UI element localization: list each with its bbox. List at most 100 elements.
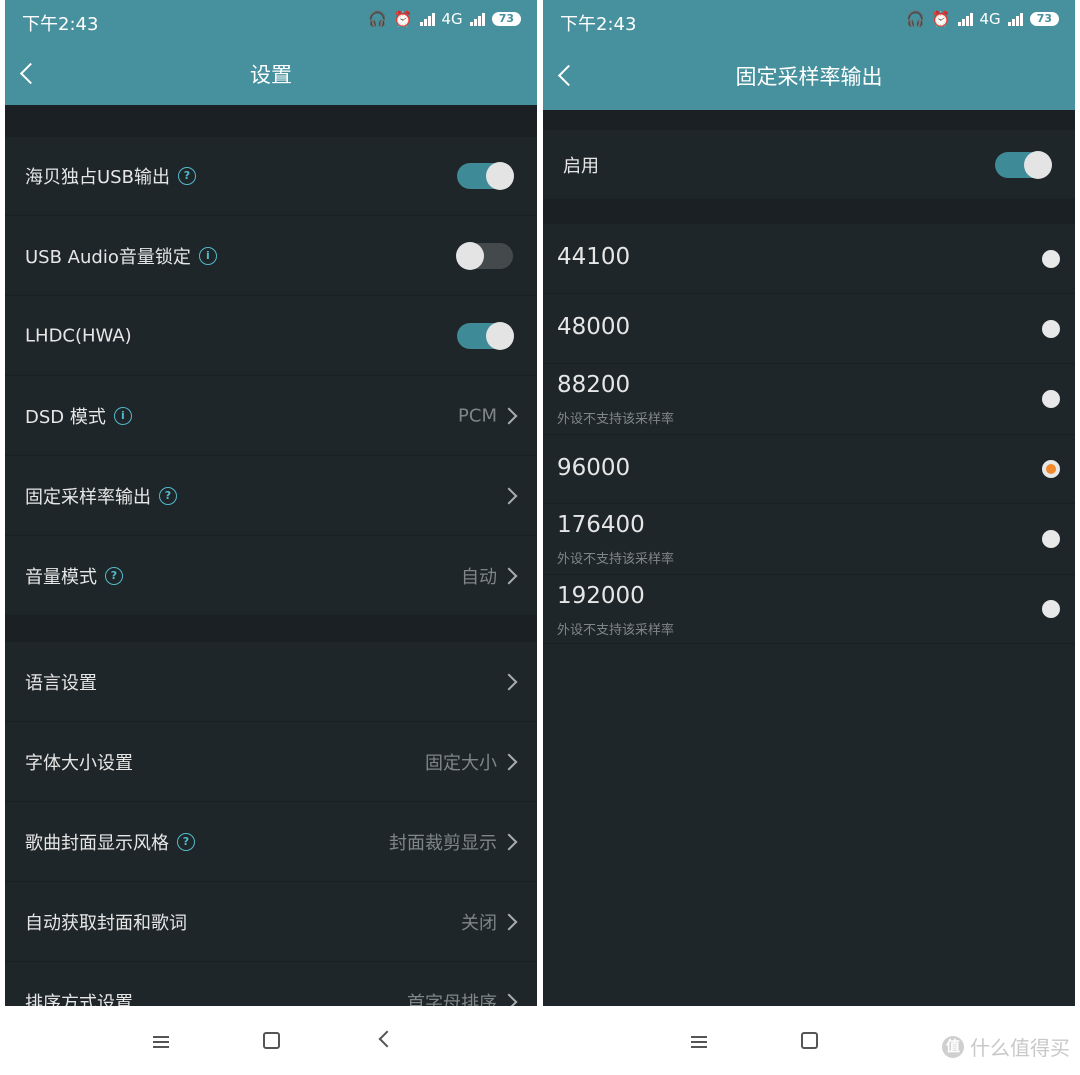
- radio-button[interactable]: [1042, 600, 1060, 618]
- setting-dsd-mode[interactable]: DSD 模式 i PCM: [5, 376, 537, 456]
- section-gap: [5, 616, 537, 642]
- rate-note: 外设不支持该采样率: [557, 623, 675, 638]
- alarm-icon: ⏰: [393, 10, 413, 28]
- page-title: 设置: [250, 62, 292, 87]
- status-time: 下午2:43: [560, 14, 637, 35]
- toggle-knob: [1024, 150, 1052, 179]
- info-icon[interactable]: i: [113, 406, 132, 425]
- setting-auto-fetch[interactable]: 自动获取封面和歌词 关闭: [5, 882, 537, 962]
- status-bar: 下午2:43 🎧 ⏰ 4G 73: [543, 0, 1075, 42]
- watermark: 值 什么值得买: [942, 1032, 1070, 1061]
- headphones-icon: 🎧: [368, 10, 387, 28]
- status-icons: 🎧 ⏰ 4G 73: [368, 10, 521, 28]
- radio-button-selected[interactable]: [1042, 460, 1060, 478]
- signal-icon: [957, 12, 973, 26]
- chevron-right-icon: [500, 567, 518, 584]
- rate-option-88200[interactable]: 88200 外设不支持该采样率: [543, 364, 1075, 435]
- enable-row[interactable]: 启用: [543, 130, 1075, 200]
- setting-label: 固定采样率输出: [25, 486, 151, 508]
- rate-option-44100[interactable]: 44100: [543, 224, 1075, 294]
- help-icon[interactable]: ?: [177, 832, 195, 851]
- rate-value: 96000: [557, 455, 631, 481]
- setting-label: 歌曲封面显示风格: [25, 832, 169, 854]
- radio-button[interactable]: [1042, 390, 1060, 408]
- chevron-right-icon: [500, 913, 518, 930]
- section-gap: [543, 110, 1075, 130]
- chevron-right-icon: [500, 993, 518, 1006]
- setting-lhdc[interactable]: LHDC(HWA): [5, 296, 537, 376]
- setting-value: 固定大小: [425, 752, 497, 774]
- battery-icon: 73: [1029, 12, 1059, 26]
- signal-icon: [419, 12, 435, 26]
- rate-note: 外设不支持该采样率: [557, 412, 675, 427]
- toggle-knob: [486, 321, 514, 350]
- network-type: 4G: [441, 10, 463, 28]
- lhdc-toggle[interactable]: [457, 321, 514, 350]
- setting-value: 关闭: [461, 912, 497, 934]
- home-icon[interactable]: [801, 1032, 818, 1049]
- page-title: 固定采样率输出: [735, 65, 883, 89]
- setting-label: 音量模式: [25, 566, 97, 588]
- headphones-icon: 🎧: [906, 10, 925, 28]
- section-gap: [543, 200, 1075, 224]
- rate-note: 外设不支持该采样率: [557, 552, 675, 567]
- rate-option-192000[interactable]: 192000 外设不支持该采样率: [543, 575, 1075, 644]
- setting-volume-mode[interactable]: 音量模式? 自动: [5, 536, 537, 616]
- info-icon[interactable]: i: [198, 246, 217, 265]
- setting-exclusive-usb[interactable]: 海贝独占USB输出?: [5, 137, 537, 216]
- menu-icon[interactable]: [691, 1036, 707, 1048]
- setting-label: LHDC(HWA): [25, 325, 132, 346]
- battery-icon: 73: [491, 12, 521, 26]
- setting-fixed-sample-rate[interactable]: 固定采样率输出?: [5, 456, 537, 536]
- setting-label: USB Audio音量锁定: [25, 246, 191, 268]
- help-icon[interactable]: ?: [159, 486, 177, 505]
- toggle-knob: [486, 162, 514, 190]
- chevron-right-icon: [500, 753, 518, 770]
- rate-value: 44100: [557, 244, 631, 270]
- setting-label: 自动获取封面和歌词: [25, 912, 187, 934]
- menu-icon[interactable]: [153, 1036, 169, 1048]
- signal-icon-2: [1007, 12, 1023, 26]
- status-time: 下午2:43: [22, 14, 99, 35]
- toggle-knob: [456, 241, 484, 270]
- chevron-right-icon: [500, 673, 518, 690]
- section-gap: [5, 105, 537, 137]
- help-icon[interactable]: ?: [177, 167, 196, 185]
- navigation-bar: [0, 1006, 540, 1075]
- rate-option-48000[interactable]: 48000: [543, 294, 1075, 364]
- setting-label: 语言设置: [25, 672, 97, 694]
- radio-button[interactable]: [1042, 530, 1060, 548]
- setting-language[interactable]: 语言设置: [5, 642, 537, 722]
- enable-toggle[interactable]: [995, 150, 1052, 179]
- setting-cover-style[interactable]: 歌曲封面显示风格? 封面裁剪显示: [5, 802, 537, 882]
- setting-value: 首字母排序: [407, 992, 497, 1007]
- usb-volume-lock-toggle[interactable]: [456, 241, 513, 270]
- setting-sort-order[interactable]: 排序方式设置 首字母排序: [5, 962, 537, 1006]
- enable-label: 启用: [563, 155, 599, 177]
- setting-value: PCM: [458, 405, 497, 426]
- title-bar: 设置: [5, 42, 537, 105]
- status-bar: 下午2:43 🎧 ⏰ 4G 73: [5, 0, 537, 42]
- chevron-right-icon: [500, 407, 518, 424]
- home-icon[interactable]: [263, 1032, 280, 1049]
- setting-usb-volume-lock[interactable]: USB Audio音量锁定 i: [5, 216, 537, 296]
- watermark-text: 什么值得买: [970, 1036, 1070, 1060]
- chevron-right-icon: [500, 833, 518, 850]
- rate-value: 192000: [557, 583, 645, 609]
- setting-value: 封面裁剪显示: [389, 832, 497, 854]
- radio-button[interactable]: [1042, 319, 1060, 338]
- back-icon[interactable]: [378, 1030, 396, 1048]
- rate-value: 88200: [557, 372, 631, 398]
- rate-option-176400[interactable]: 176400 外设不支持该采样率: [543, 504, 1075, 575]
- radio-button[interactable]: [1042, 249, 1060, 268]
- exclusive-usb-toggle[interactable]: [457, 162, 514, 190]
- rate-value: 176400: [557, 512, 645, 538]
- rate-option-96000[interactable]: 96000: [543, 435, 1075, 504]
- setting-font-size[interactable]: 字体大小设置 固定大小: [5, 722, 537, 802]
- signal-icon-2: [469, 12, 485, 26]
- network-type: 4G: [979, 10, 1001, 28]
- rate-value: 48000: [557, 314, 631, 340]
- navigation-bar: 值 什么值得买: [540, 1006, 1080, 1075]
- help-icon[interactable]: ?: [105, 566, 123, 585]
- setting-label: 海贝独占USB输出: [25, 167, 170, 188]
